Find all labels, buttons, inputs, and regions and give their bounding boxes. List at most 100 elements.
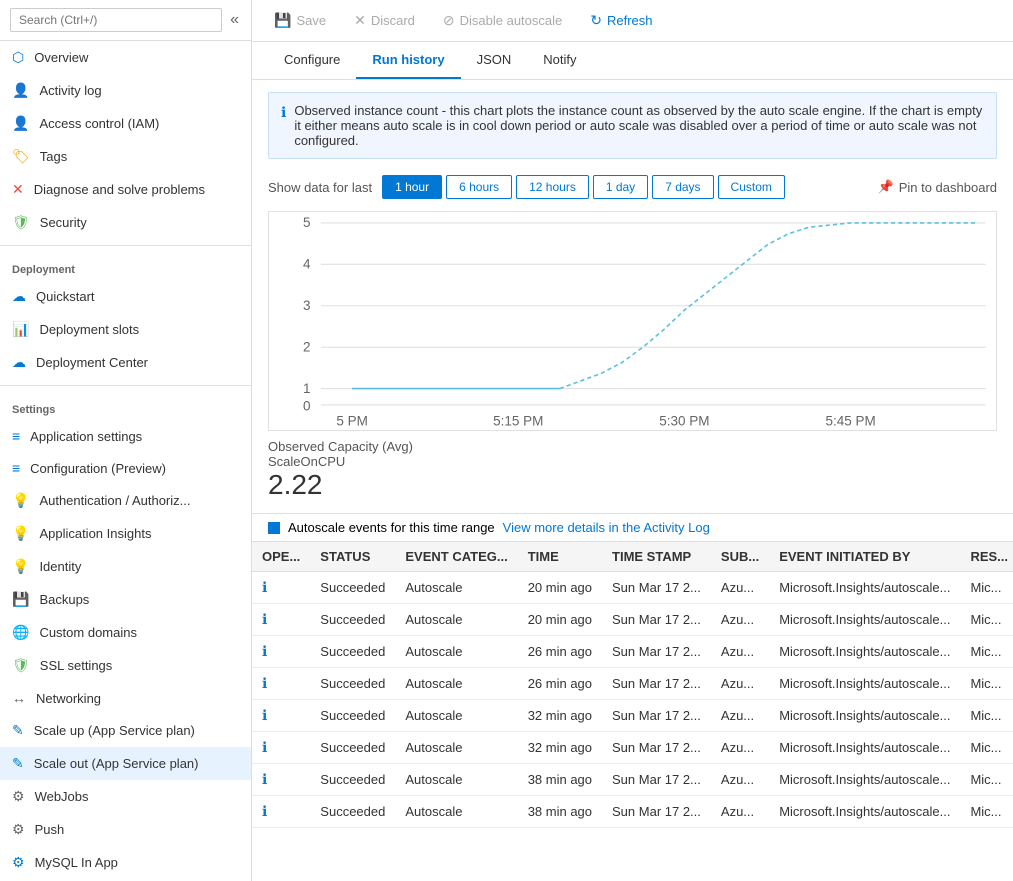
mysql-in-app-icon: ⚙ [12, 854, 25, 871]
sidebar-item-diagnose[interactable]: ✕Diagnose and solve problems [0, 173, 251, 206]
filter-6h[interactable]: 6 hours [446, 175, 512, 199]
toolbar: 💾 Save ✕ Discard ⊘ Disable autoscale ↻ R… [252, 0, 1013, 42]
table-row[interactable]: ℹSucceededAutoscale26 min agoSun Mar 17 … [252, 636, 1013, 668]
sidebar-item-app-insights[interactable]: 💡Application Insights [0, 517, 251, 550]
activity-log-icon: 👤 [12, 82, 29, 99]
filter-row: Show data for last 1 hour6 hours12 hours… [252, 167, 1013, 207]
quickstart-icon: ☁ [12, 288, 26, 305]
sidebar-item-tags[interactable]: 🏷Tags [0, 140, 251, 173]
sidebar-item-scale-up[interactable]: ✎Scale up (App Service plan) [0, 714, 251, 747]
pin-dashboard-button[interactable]: 📌 Pin to dashboard [878, 179, 997, 195]
tab-configure[interactable]: Configure [268, 42, 356, 79]
table-row[interactable]: ℹSucceededAutoscale20 min agoSun Mar 17 … [252, 604, 1013, 636]
disable-autoscale-button[interactable]: ⊘ Disable autoscale [437, 8, 568, 33]
table-cell-r1-c6: Microsoft.Insights/autoscale... [769, 604, 960, 636]
table-cell-r6-c6: Microsoft.Insights/autoscale... [769, 764, 960, 796]
save-button[interactable]: 💾 Save [268, 8, 332, 33]
chart-area: 5 4 3 2 1 0 5 PM 5:15 PM 5:30 PM 5:45 PM [268, 211, 997, 431]
metric-value-section: Observed Capacity (Avg) ScaleOnCPU 2.22 [252, 439, 1013, 513]
table-cell-r5-c4: Sun Mar 17 2... [602, 732, 711, 764]
table-header-col0: OPE... [252, 542, 310, 572]
configuration-label: Configuration (Preview) [30, 461, 166, 476]
op-icon: ℹ [252, 572, 310, 604]
search-input[interactable] [10, 8, 222, 32]
table-cell-r0-c4: Sun Mar 17 2... [602, 572, 711, 604]
save-icon: 💾 [274, 12, 291, 29]
sidebar-item-ssl-settings[interactable]: 🛡SSL settings [0, 649, 251, 682]
sidebar-item-push[interactable]: ⚙Push [0, 813, 251, 846]
table-cell-r5-c6: Microsoft.Insights/autoscale... [769, 732, 960, 764]
sidebar-item-identity[interactable]: 💡Identity [0, 550, 251, 583]
configuration-icon: ≡ [12, 460, 20, 476]
pin-label: Pin to dashboard [899, 180, 997, 195]
sidebar-item-networking[interactable]: ↔Networking [0, 682, 251, 714]
table-row[interactable]: ℹSucceededAutoscale38 min agoSun Mar 17 … [252, 796, 1013, 828]
sidebar-item-deployment-slots[interactable]: 📊Deployment slots [0, 313, 251, 346]
table-cell-r7-c6: Microsoft.Insights/autoscale... [769, 796, 960, 828]
app-settings-icon: ≡ [12, 428, 20, 444]
security-icon: 🛡 [12, 214, 30, 231]
table-cell-r0-c1: Succeeded [310, 572, 395, 604]
discard-button[interactable]: ✕ Discard [348, 8, 421, 33]
sidebar-item-webjobs[interactable]: ⚙WebJobs [0, 780, 251, 813]
table-header-col1: STATUS [310, 542, 395, 572]
filter-1d[interactable]: 1 day [593, 175, 648, 199]
table-header-col7: RES... [960, 542, 1013, 572]
sidebar-item-auth[interactable]: 💡Authentication / Authoriz... [0, 484, 251, 517]
svg-text:5: 5 [303, 214, 311, 230]
tabs-bar: ConfigureRun historyJSONNotify [252, 42, 1013, 80]
sidebar-item-configuration[interactable]: ≡ Configuration (Preview) [0, 452, 251, 484]
table-cell-r7-c1: Succeeded [310, 796, 395, 828]
refresh-button[interactable]: ↻ Refresh [584, 8, 658, 33]
table-header-col3: TIME [518, 542, 602, 572]
sidebar-item-app-settings[interactable]: ≡Application settings [0, 420, 251, 452]
table-row[interactable]: ℹSucceededAutoscale32 min agoSun Mar 17 … [252, 732, 1013, 764]
table-cell-r1-c4: Sun Mar 17 2... [602, 604, 711, 636]
sidebar-item-activity-log[interactable]: 👤 Activity log [0, 74, 251, 107]
table-row[interactable]: ℹSucceededAutoscale32 min agoSun Mar 17 … [252, 700, 1013, 732]
op-icon: ℹ [252, 668, 310, 700]
activity-log-link[interactable]: View more details in the Activity Log [503, 520, 710, 535]
tab-notify[interactable]: Notify [527, 42, 592, 79]
op-icon: ℹ [252, 636, 310, 668]
sidebar-item-mysql-in-app[interactable]: ⚙MySQL In App [0, 846, 251, 879]
filter-7d[interactable]: 7 days [652, 175, 713, 199]
table-cell-r0-c6: Microsoft.Insights/autoscale... [769, 572, 960, 604]
table-row[interactable]: ℹSucceededAutoscale38 min agoSun Mar 17 … [252, 764, 1013, 796]
filter-buttons: 1 hour6 hours12 hours1 day7 daysCustom [382, 175, 785, 199]
table-header-col4: TIME STAMP [602, 542, 711, 572]
table-cell-r7-c3: 38 min ago [518, 796, 602, 828]
filter-12h[interactable]: 12 hours [516, 175, 589, 199]
save-label: Save [296, 13, 326, 28]
table-cell-r4-c5: Azu... [711, 700, 769, 732]
sidebar-section-deployment: Deployment [0, 252, 251, 280]
sidebar-item-quickstart[interactable]: ☁Quickstart [0, 280, 251, 313]
table-cell-r4-c2: Autoscale [395, 700, 517, 732]
table-cell-r3-c3: 26 min ago [518, 668, 602, 700]
table-row[interactable]: ℹSucceededAutoscale20 min agoSun Mar 17 … [252, 572, 1013, 604]
sidebar-item-deployment-center[interactable]: ☁Deployment Center [0, 346, 251, 379]
sidebar-item-security[interactable]: 🛡Security [0, 206, 251, 239]
table-row[interactable]: ℹSucceededAutoscale26 min agoSun Mar 17 … [252, 668, 1013, 700]
svg-text:5 PM: 5 PM [336, 412, 367, 428]
activity-log-label: Activity log [39, 83, 101, 98]
table-cell-r1-c5: Azu... [711, 604, 769, 636]
auth-icon: 💡 [12, 492, 29, 509]
sidebar-item-scale-out[interactable]: ✎Scale out (App Service plan) [0, 747, 251, 780]
tab-run-history[interactable]: Run history [356, 42, 460, 79]
filter-custom[interactable]: Custom [718, 175, 785, 199]
sidebar-item-custom-domains[interactable]: 🌐Custom domains [0, 616, 251, 649]
refresh-label: Refresh [607, 13, 653, 28]
sidebar-item-overview[interactable]: ⬡Overview [0, 41, 251, 74]
push-label: Push [35, 822, 65, 837]
sidebar-item-access-control[interactable]: 👤Access control (IAM) [0, 107, 251, 140]
deployment-slots-label: Deployment slots [39, 322, 139, 337]
table-cell-r5-c5: Azu... [711, 732, 769, 764]
filter-1h[interactable]: 1 hour [382, 175, 442, 199]
ssl-settings-label: SSL settings [40, 658, 113, 673]
tab-json[interactable]: JSON [461, 42, 528, 79]
sidebar-item-backups[interactable]: 💾Backups [0, 583, 251, 616]
collapse-button[interactable]: « [228, 9, 241, 31]
op-icon: ℹ [252, 732, 310, 764]
table-cell-r0-c3: 20 min ago [518, 572, 602, 604]
